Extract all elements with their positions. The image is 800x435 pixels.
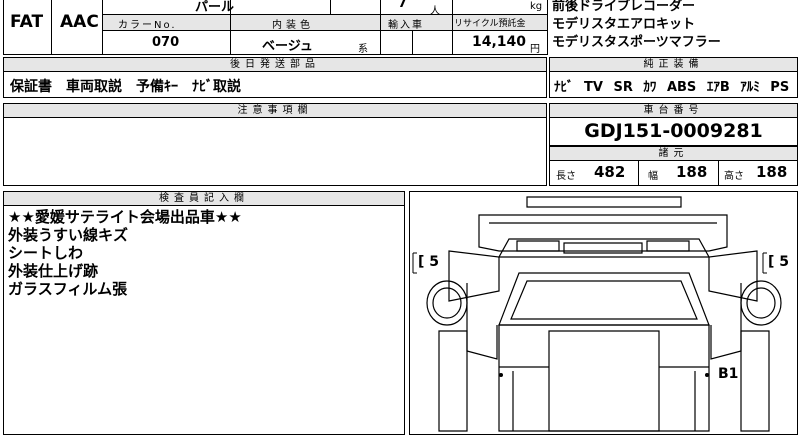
interior-suffix: 系 (358, 40, 368, 55)
recycle-unit: 円 (530, 40, 540, 55)
capacity-unit: 人 (430, 2, 440, 17)
divider (51, 0, 52, 55)
chassis-header: 車台番号 (549, 103, 798, 118)
inspector-line: シートしわ (8, 244, 242, 262)
grade-code: AAC (60, 12, 99, 32)
color-no-label: カラーNo. (118, 16, 177, 31)
inspector-line: 外装うすい線キズ (8, 226, 242, 244)
divider (412, 30, 413, 55)
after-delivery-items: 保証書 車両取説 予備ｷｰ ﾅﾋﾞ取説 (10, 76, 241, 96)
height-value: 188 (756, 163, 787, 181)
option-item: 前後ドライブレコーダー (552, 0, 798, 16)
damage-mark-left: [ 5 (418, 254, 439, 270)
divider (718, 160, 719, 186)
notes-box (3, 117, 547, 186)
inspector-line: ★★愛媛サテライト会場出品車★★ (8, 208, 242, 226)
divider (452, 0, 453, 55)
interior-color: ベージュ (262, 35, 313, 54)
divider (638, 160, 639, 186)
option-item: モデリスタエアロキット (552, 16, 798, 34)
damage-mark-right: [ 5 (768, 254, 789, 270)
height-label: 高さ (724, 167, 744, 182)
equip-item: ｱﾙﾐ (740, 80, 760, 95)
notes-header: 注意事項欄 (3, 103, 547, 118)
equip-item: PS (770, 80, 789, 95)
color-number: 070 (152, 35, 179, 50)
width-value: 188 (676, 163, 707, 181)
color-name: パール (195, 0, 234, 15)
damage-mark-b1: B1 (718, 366, 738, 382)
weight-unit: kg (530, 1, 542, 12)
genuine-equipment-header: 純正装備 (549, 57, 798, 72)
equip-item: ｶﾜ (643, 80, 656, 95)
equip-item: TV (584, 80, 603, 95)
length-label: 長さ (556, 167, 576, 182)
options-box: 前後ドライブレコーダー モデリスタエアロキット モデリスタスポーツマフラー (552, 0, 798, 55)
equip-item: ﾅﾋﾞ (554, 80, 574, 95)
specs-header: 諸元 (549, 146, 798, 161)
after-delivery-header: 後日発送部品 (3, 57, 547, 72)
model-code: FAT (10, 12, 43, 32)
genuine-equipment-list: ﾅﾋﾞ TV SR ｶﾜ ABS ｴｱB ｱﾙﾐ PS PW (554, 76, 800, 95)
inspector-line: ガラスフィルム張 (8, 280, 242, 298)
divider (330, 0, 331, 15)
capacity-value: 7 (398, 0, 407, 11)
recycle-label: リサイクル預託金 (454, 16, 526, 29)
interior-color-label: 内装色 (272, 16, 314, 31)
import-label: 輸入車 (388, 16, 424, 31)
car-diagram (409, 191, 798, 435)
width-label: 幅 (648, 167, 658, 182)
inspector-line: 外装仕上げ跡 (8, 262, 242, 280)
equip-item: SR (614, 80, 633, 95)
option-item: モデリスタスポーツマフラー (552, 34, 798, 52)
equip-item: ｴｱB (707, 80, 730, 95)
inspector-header: 検査員記入欄 (3, 191, 405, 206)
chassis-number: GDJ151-0009281 (549, 120, 798, 142)
inspector-notes: ★★愛媛サテライト会場出品車★★ 外装うすい線キズ シートしわ 外装仕上げ跡 ガ… (8, 208, 242, 298)
equip-item: ABS (667, 80, 696, 95)
divider (380, 0, 381, 55)
length-value: 482 (594, 163, 625, 181)
recycle-amount: 14,140 (472, 34, 526, 50)
